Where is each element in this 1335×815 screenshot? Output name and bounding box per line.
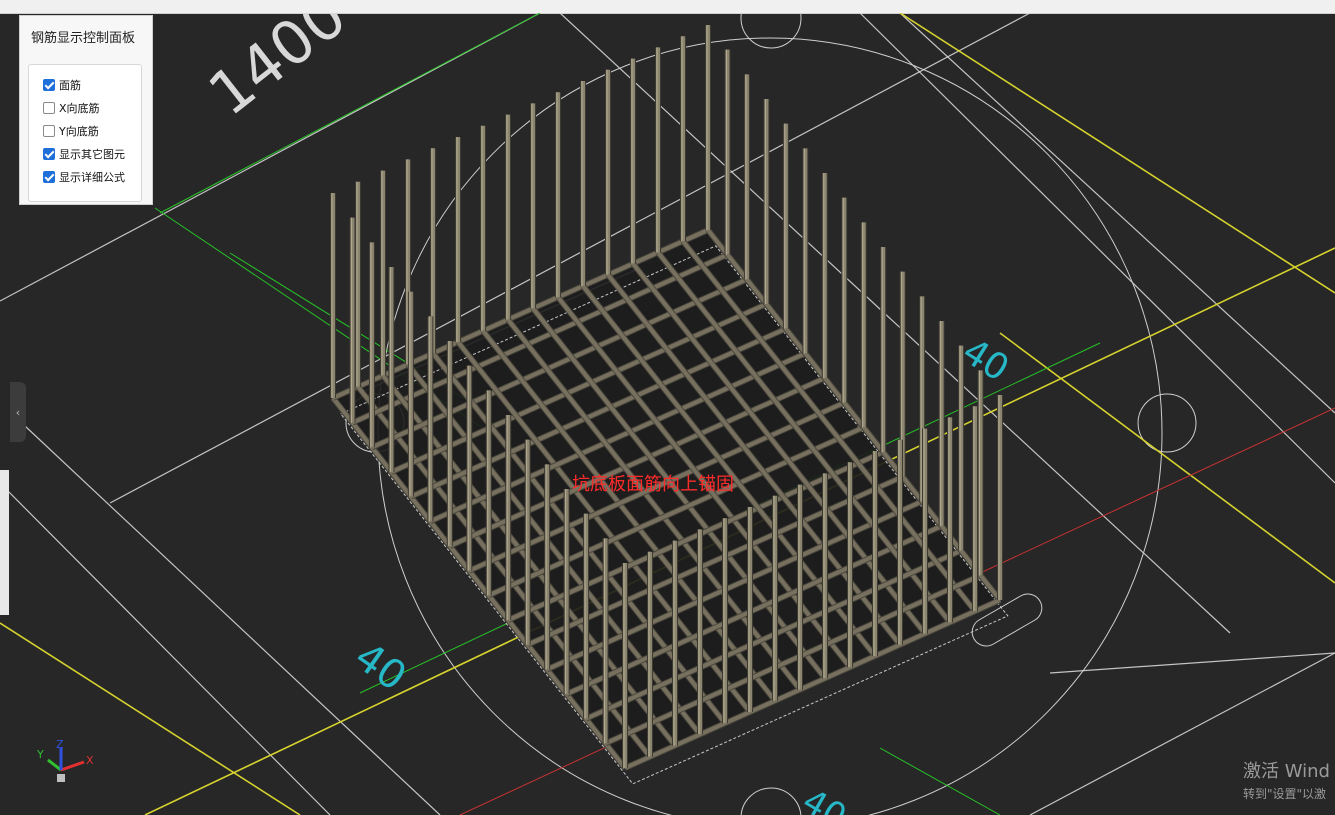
option-x-bottom-rebar[interactable]: X向底筋 (29, 96, 141, 119)
option-show-detailed-formula[interactable]: 显示详细公式 (29, 165, 141, 188)
activation-watermark-title: 激活 Wind (1243, 761, 1330, 782)
checkbox-y-bottom-rebar[interactable] (43, 124, 55, 137)
chevron-left-icon: ‹ (15, 405, 21, 419)
collapse-panel-button[interactable]: ‹ (10, 382, 26, 442)
option-list: 面筋 X向底筋 Y向底筋 显示其它图元 显示详细公式 (28, 64, 142, 202)
rebar-display-control-panel: 钢筋显示控制面板 面筋 X向底筋 Y向底筋 显示其它图元 显示详细公式 (19, 15, 153, 205)
option-label: 面筋 (59, 78, 81, 92)
rebar-annotation-label: 坑底板面筋向上锚固 (572, 474, 734, 495)
y-axis-line (47, 758, 62, 772)
axis-indicator: X Y Z (36, 740, 94, 782)
x-axis-label: X (86, 754, 94, 767)
left-edge-strip (0, 470, 9, 615)
grid-line (1049, 652, 1335, 674)
top-toolbar-strip (0, 0, 1335, 14)
checkbox-show-other-elements[interactable] (43, 147, 55, 160)
dimension-right: 40 (955, 331, 1016, 390)
x-axis-line (60, 760, 85, 772)
option-label: X向底筋 (59, 101, 100, 115)
dimension-left: 40 (346, 634, 414, 701)
checkbox-x-bottom-rebar[interactable] (43, 101, 55, 114)
dimension-top: 1400 (196, 13, 359, 130)
checkbox-face-rebar[interactable] (43, 78, 55, 91)
option-label: 显示详细公式 (59, 170, 125, 184)
3d-viewport[interactable]: 1400 40 40 40 (0, 13, 1335, 815)
option-label: 显示其它图元 (59, 147, 125, 161)
small-circle-bottom (740, 787, 802, 815)
checkbox-show-detailed-formula[interactable] (43, 170, 55, 183)
axis-origin-cube (57, 774, 65, 782)
option-y-bottom-rebar[interactable]: Y向底筋 (29, 119, 141, 142)
option-label: Y向底筋 (59, 124, 99, 138)
dimension-bottom: 40 (796, 781, 853, 815)
option-face-rebar[interactable]: 面筋 (29, 73, 141, 96)
axis-line-yellow (999, 332, 1335, 584)
z-axis-label: Z (56, 740, 64, 751)
activation-watermark-hint: 转到"设置"以激 (1243, 787, 1327, 801)
dimension-line-green (879, 747, 1001, 815)
panel-title: 钢筋显示控制面板 (31, 31, 136, 46)
rebar-scene[interactable]: 1400 40 40 40 (0, 13, 1335, 815)
small-circle-top (740, 13, 802, 49)
option-show-other-elements[interactable]: 显示其它图元 (29, 142, 141, 165)
y-axis-label: Y (36, 748, 44, 761)
